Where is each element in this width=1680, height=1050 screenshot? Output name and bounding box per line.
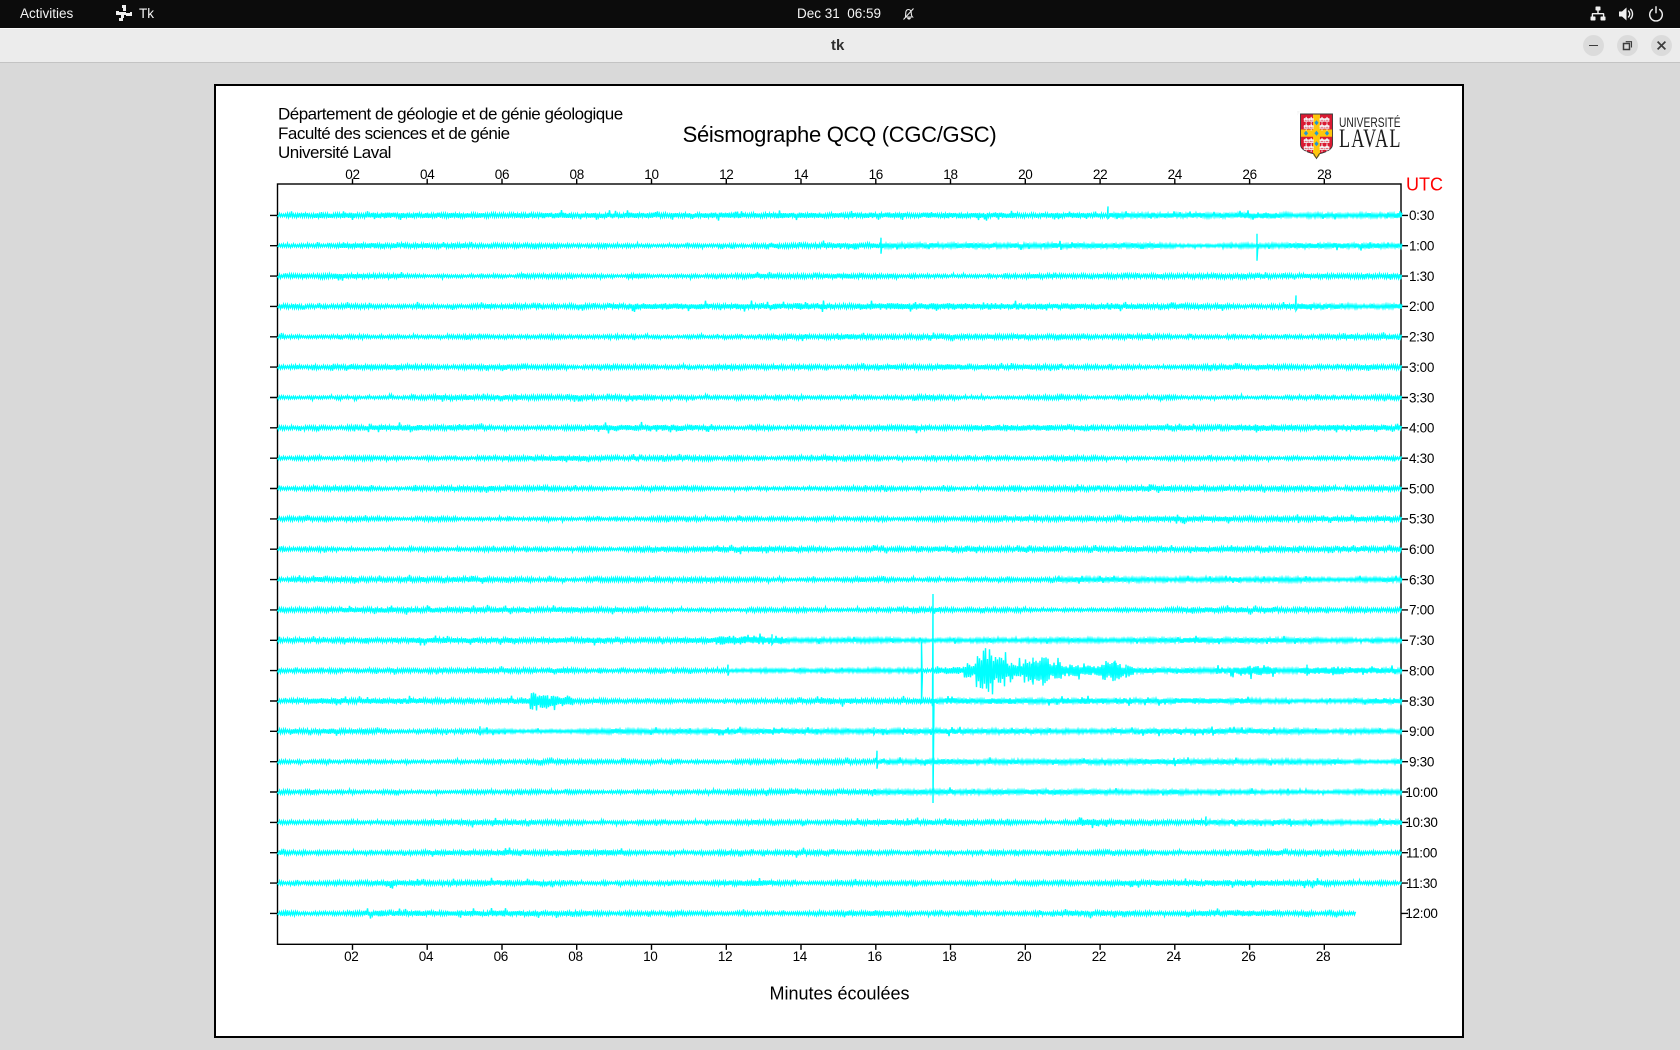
svg-text:06: 06 <box>495 167 509 182</box>
svg-text:16: 16 <box>869 167 883 182</box>
svg-text:10:30: 10:30 <box>1405 815 1437 830</box>
svg-text:4:00: 4:00 <box>1409 421 1434 436</box>
svg-text:6:00: 6:00 <box>1409 542 1434 557</box>
svg-text:7:00: 7:00 <box>1409 603 1434 618</box>
svg-text:0:30: 0:30 <box>1409 208 1434 223</box>
svg-text:5:30: 5:30 <box>1409 512 1434 527</box>
svg-text:06: 06 <box>494 949 508 964</box>
svg-text:14: 14 <box>793 949 808 964</box>
svg-text:2:00: 2:00 <box>1409 299 1434 314</box>
svg-text:12:00: 12:00 <box>1405 906 1437 921</box>
svg-text:28: 28 <box>1316 949 1330 964</box>
svg-text:18: 18 <box>942 949 956 964</box>
svg-text:22: 22 <box>1093 167 1107 182</box>
svg-text:14: 14 <box>794 167 809 182</box>
svg-text:4:30: 4:30 <box>1409 451 1434 466</box>
svg-text:12: 12 <box>718 949 732 964</box>
svg-text:Faculté des sciences et de gén: Faculté des sciences et de génie <box>278 124 510 143</box>
svg-text:UTC: UTC <box>1406 175 1443 195</box>
svg-text:16: 16 <box>867 949 881 964</box>
svg-text:28: 28 <box>1317 167 1331 182</box>
svg-text:10: 10 <box>643 949 657 964</box>
svg-text:7:30: 7:30 <box>1409 633 1434 648</box>
svg-text:04: 04 <box>420 167 435 182</box>
svg-text:2:30: 2:30 <box>1409 330 1434 345</box>
svg-text:10: 10 <box>644 167 658 182</box>
svg-text:8:00: 8:00 <box>1409 663 1434 678</box>
svg-text:02: 02 <box>345 167 359 182</box>
svg-text:5:00: 5:00 <box>1409 481 1434 496</box>
svg-text:20: 20 <box>1018 167 1032 182</box>
svg-text:24: 24 <box>1166 949 1181 964</box>
svg-text:04: 04 <box>419 949 434 964</box>
svg-text:20: 20 <box>1017 949 1031 964</box>
svg-text:11:30: 11:30 <box>1406 876 1437 891</box>
svg-text:26: 26 <box>1242 167 1256 182</box>
svg-text:08: 08 <box>569 167 583 182</box>
svg-text:Département de géologie et de: Département de géologie et de génie géol… <box>278 105 623 124</box>
svg-text:22: 22 <box>1092 949 1106 964</box>
svg-text:10:00: 10:00 <box>1405 785 1437 800</box>
svg-text:8:30: 8:30 <box>1409 694 1434 709</box>
svg-text:Séismographe QCQ (CGC/GSC): Séismographe QCQ (CGC/GSC) <box>683 122 997 147</box>
svg-text:11:00: 11:00 <box>1406 846 1437 861</box>
svg-text:26: 26 <box>1241 949 1255 964</box>
svg-text:Université Laval: Université Laval <box>278 143 391 162</box>
svg-text:24: 24 <box>1168 167 1183 182</box>
svg-text:02: 02 <box>344 949 358 964</box>
svg-text:1:00: 1:00 <box>1409 239 1434 254</box>
svg-text:Minutes écoulées: Minutes écoulées <box>769 984 909 1004</box>
svg-text:9:00: 9:00 <box>1409 724 1434 739</box>
svg-text:3:00: 3:00 <box>1409 360 1434 375</box>
svg-text:08: 08 <box>568 949 582 964</box>
svg-text:1:30: 1:30 <box>1409 269 1434 284</box>
svg-text:3:30: 3:30 <box>1409 390 1434 405</box>
svg-text:12: 12 <box>719 167 733 182</box>
svg-text:18: 18 <box>943 167 957 182</box>
svg-text:6:30: 6:30 <box>1409 572 1434 587</box>
svg-text:9:30: 9:30 <box>1409 755 1434 770</box>
